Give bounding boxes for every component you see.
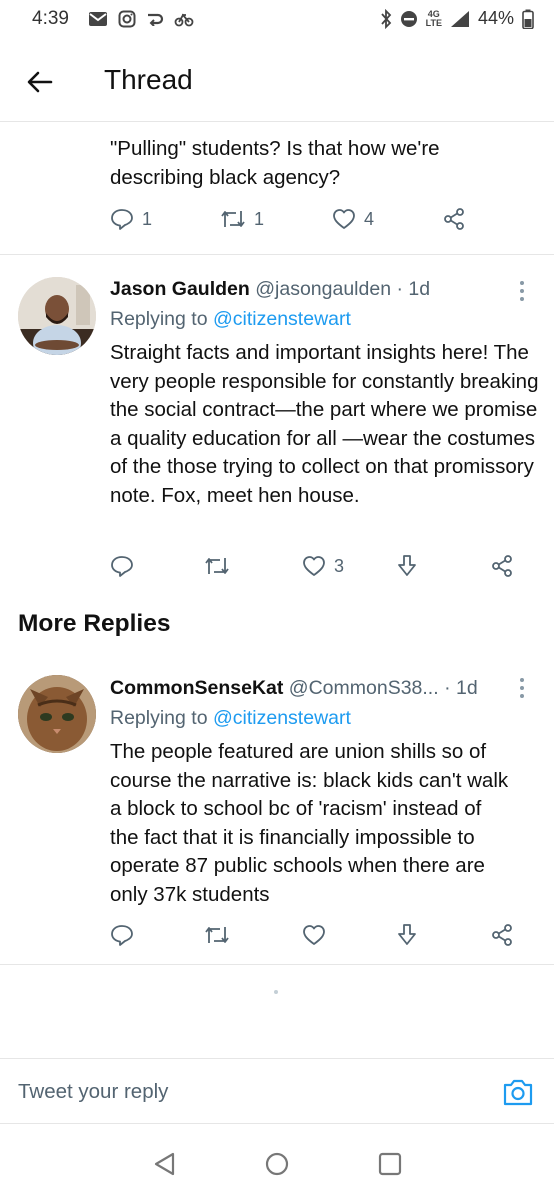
nav-back-button[interactable] bbox=[152, 1151, 178, 1177]
tweet-text: Straight facts and important insights he… bbox=[110, 341, 539, 507]
do-not-disturb-icon bbox=[400, 10, 417, 27]
share-button[interactable] bbox=[442, 207, 466, 231]
download-button[interactable] bbox=[396, 554, 490, 578]
network-sub-label: LTE bbox=[425, 17, 442, 28]
more-replies-heading: More Replies bbox=[18, 610, 171, 637]
share-button[interactable] bbox=[490, 923, 514, 947]
like-button[interactable]: 3 bbox=[302, 555, 396, 577]
replying-prefix: Replying to bbox=[110, 707, 208, 729]
replying-to: Replying to @citizenstewart bbox=[110, 707, 351, 730]
share-icon bbox=[444, 208, 464, 230]
tweet-text: "Pulling" students? Is that how we're de… bbox=[110, 137, 440, 189]
author-meta: @jasongaulden · 1d bbox=[255, 278, 431, 300]
retweet-button[interactable] bbox=[204, 555, 302, 577]
share-button[interactable] bbox=[490, 554, 514, 578]
instagram-icon bbox=[118, 10, 136, 28]
dot-icon bbox=[520, 297, 524, 301]
share-icon bbox=[492, 924, 512, 946]
tweet[interactable]: CommonSenseKat @CommonS38... · 1d Replyi… bbox=[0, 655, 554, 965]
retweet-button[interactable]: 1 bbox=[220, 208, 332, 230]
replying-handle-link[interactable]: @citizenstewart bbox=[213, 308, 351, 330]
app-header: Thread bbox=[0, 42, 554, 122]
network-type: 4G LTE bbox=[425, 9, 442, 28]
tweet-actions bbox=[110, 923, 514, 947]
retweet-icon bbox=[221, 211, 245, 227]
retweet-icon bbox=[205, 558, 229, 574]
tweet[interactable]: Jason Gaulden @jasongaulden · 1d Replyin… bbox=[0, 256, 554, 596]
like-count: 4 bbox=[364, 208, 375, 229]
retweet-icon bbox=[205, 927, 229, 943]
circle-home-icon bbox=[265, 1152, 289, 1176]
reply-button[interactable] bbox=[110, 924, 204, 946]
dot-icon bbox=[520, 289, 524, 293]
avatar[interactable] bbox=[18, 675, 96, 753]
download-button[interactable] bbox=[396, 923, 490, 947]
reply-input[interactable] bbox=[18, 1077, 478, 1107]
replying-prefix: Replying to bbox=[110, 308, 208, 330]
heart-icon bbox=[303, 925, 325, 945]
tweet[interactable]: "Pulling" students? Is that how we're de… bbox=[0, 123, 554, 255]
reply-icon bbox=[111, 209, 133, 230]
retweet-button[interactable] bbox=[204, 924, 302, 946]
bluetooth-icon bbox=[380, 8, 391, 29]
arrow-left-icon bbox=[27, 71, 53, 93]
avatar[interactable] bbox=[18, 277, 96, 355]
author-meta: @CommonS38... · 1d bbox=[288, 677, 478, 699]
replying-to: Replying to @citizenstewart bbox=[110, 308, 351, 331]
like-button[interactable]: 4 bbox=[332, 208, 442, 230]
reply-icon bbox=[111, 925, 133, 946]
dot-icon bbox=[520, 678, 524, 682]
heart-icon bbox=[303, 556, 325, 576]
share-icon bbox=[492, 555, 512, 577]
reply-button[interactable] bbox=[110, 555, 204, 577]
triangle-back-icon bbox=[154, 1152, 175, 1176]
reply-composer bbox=[0, 1058, 554, 1124]
redirect-icon bbox=[148, 13, 164, 26]
camera-icon bbox=[503, 1079, 533, 1106]
system-icons: 4G LTE 44% bbox=[380, 8, 534, 29]
square-recents-icon bbox=[378, 1152, 402, 1176]
notification-icons bbox=[88, 10, 194, 28]
avatar-image bbox=[18, 277, 96, 355]
page-title: Thread bbox=[104, 64, 193, 95]
reply-icon bbox=[111, 556, 133, 577]
status-bar: 4:39 4G LTE 44% bbox=[0, 0, 554, 42]
back-button[interactable] bbox=[22, 64, 58, 100]
author-name[interactable]: CommonSenseKat bbox=[110, 677, 283, 699]
tweet-header: CommonSenseKat @CommonS38... · 1d bbox=[110, 677, 478, 700]
more-options-button[interactable] bbox=[512, 675, 532, 701]
bike-icon bbox=[174, 13, 194, 27]
nav-recents-button[interactable] bbox=[377, 1151, 403, 1177]
signal-icon bbox=[450, 10, 469, 27]
battery-percent: 44% bbox=[477, 8, 514, 28]
mail-icon bbox=[89, 12, 107, 26]
heart-icon bbox=[333, 209, 355, 229]
like-button[interactable] bbox=[302, 924, 396, 946]
reply-count: 1 bbox=[142, 208, 153, 229]
loading-indicator bbox=[274, 990, 278, 994]
dot-icon bbox=[520, 281, 524, 285]
reply-button[interactable]: 1 bbox=[110, 208, 220, 230]
tweet-actions: 3 bbox=[110, 554, 514, 578]
system-nav-bar bbox=[0, 1125, 554, 1200]
tweet-actions: 1 1 4 bbox=[110, 207, 466, 231]
download-icon bbox=[398, 924, 416, 945]
author-name[interactable]: Jason Gaulden bbox=[110, 278, 250, 300]
battery-icon bbox=[522, 9, 534, 29]
tweet-text: The people featured are union shills so … bbox=[110, 740, 509, 906]
download-icon bbox=[398, 555, 416, 576]
nav-home-button[interactable] bbox=[264, 1151, 290, 1177]
replying-handle-link[interactable]: @citizenstewart bbox=[213, 707, 351, 729]
dot-icon bbox=[520, 694, 524, 698]
avatar-image bbox=[18, 675, 96, 753]
camera-button[interactable] bbox=[502, 1077, 534, 1107]
dot-icon bbox=[520, 686, 524, 690]
tweet-header: Jason Gaulden @jasongaulden · 1d bbox=[110, 278, 430, 301]
more-options-button[interactable] bbox=[512, 278, 532, 304]
retweet-count: 1 bbox=[254, 208, 265, 229]
like-count: 3 bbox=[334, 555, 345, 576]
status-time: 4:39 bbox=[32, 8, 69, 29]
